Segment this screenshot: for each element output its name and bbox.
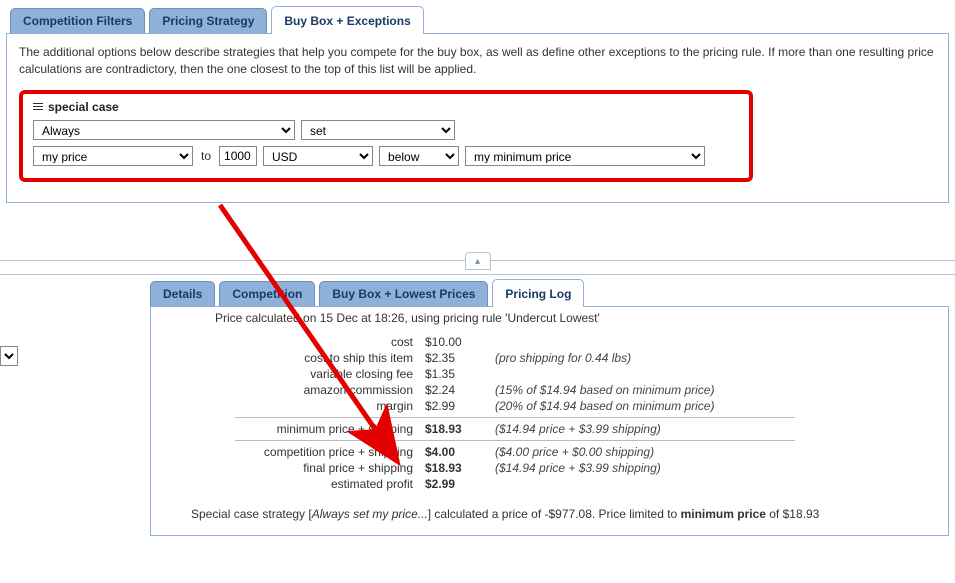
row-label: estimated profit: [165, 477, 425, 491]
chevron-up-icon: ▴: [475, 256, 480, 267]
special-case-highlight: special case Always set my price to USD: [19, 90, 753, 182]
row-label: minimum price + shipping: [165, 422, 425, 436]
pricing-log-panel: Price calculated on 15 Dec at 18:26, usi…: [150, 306, 949, 536]
reference-select[interactable]: my minimum price: [465, 146, 705, 166]
row-label: variable closing fee: [165, 367, 425, 381]
relation-select[interactable]: below: [379, 146, 459, 166]
row-value: $2.24: [425, 383, 495, 397]
tab-competition[interactable]: Competition: [219, 281, 315, 307]
buy-box-exceptions-panel: The additional options below describe st…: [6, 33, 949, 203]
row-note: ($14.94 price + $3.99 shipping): [495, 461, 885, 475]
row-label: competition price + shipping: [165, 445, 425, 459]
row-value: $2.99: [425, 399, 495, 413]
row-label: cost: [165, 335, 425, 349]
tab-buy-box-lowest[interactable]: Buy Box + Lowest Prices: [319, 281, 488, 307]
row-value: $2.99: [425, 477, 495, 491]
row-label: amazon commission: [165, 383, 425, 397]
upper-tab-bar: Competition Filters Pricing Strategy Buy…: [0, 0, 955, 34]
row-note: ($14.94 price + $3.99 shipping): [495, 422, 885, 436]
list-icon: [33, 101, 43, 112]
target-select[interactable]: my price: [33, 146, 193, 166]
pricing-log-header: Price calculated on 15 Dec at 18:26, usi…: [165, 311, 934, 325]
row-value: $10.00: [425, 335, 495, 349]
row-note: (20% of $14.94 based on minimum price): [495, 399, 885, 413]
to-label: to: [199, 149, 213, 163]
tab-pricing-strategy[interactable]: Pricing Strategy: [149, 8, 267, 34]
row-value: $2.35: [425, 351, 495, 365]
row-label: final price + shipping: [165, 461, 425, 475]
action-select[interactable]: set: [301, 120, 455, 140]
row-note: (pro shipping for 0.44 lbs): [495, 351, 885, 365]
row-value: $18.93: [425, 461, 495, 475]
special-case-legend: special case: [48, 100, 119, 114]
row-value: $4.00: [425, 445, 495, 459]
row-label: cost to ship this item: [165, 351, 425, 365]
row-value: $18.93: [425, 422, 495, 436]
tab-buy-box-exceptions[interactable]: Buy Box + Exceptions: [271, 6, 423, 34]
row-value: $1.35: [425, 367, 495, 381]
condition-select[interactable]: Always: [33, 120, 295, 140]
row-label: margin: [165, 399, 425, 413]
row-note: ($4.00 price + $0.00 shipping): [495, 445, 885, 459]
lower-tab-bar: Details Competition Buy Box + Lowest Pri…: [0, 275, 955, 307]
amount-input[interactable]: [219, 146, 257, 166]
row-note: [495, 367, 885, 381]
tab-competition-filters[interactable]: Competition Filters: [10, 8, 145, 34]
tab-pricing-log[interactable]: Pricing Log: [492, 279, 584, 307]
tab-details[interactable]: Details: [150, 281, 215, 307]
intro-text: The additional options below describe st…: [19, 44, 936, 78]
row-note: (15% of $14.94 based on minimum price): [495, 383, 885, 397]
special-case-footnote: Special case strategy [Always set my pri…: [165, 507, 934, 521]
row-note: [495, 477, 885, 491]
currency-select[interactable]: USD: [263, 146, 373, 166]
row-note: [495, 335, 885, 349]
collapse-toggle[interactable]: ▴: [465, 252, 491, 270]
pricing-breakdown: cost $10.00 cost to ship this item $2.35…: [165, 335, 885, 491]
